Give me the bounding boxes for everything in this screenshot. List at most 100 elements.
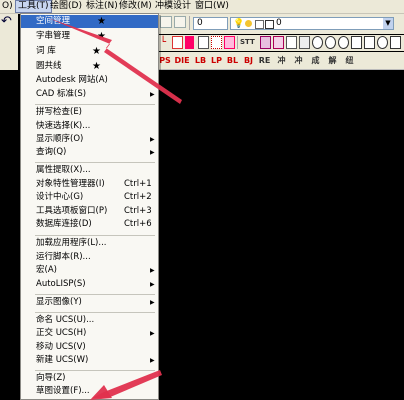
menu-item-label: 正交 UCS(H) (36, 328, 87, 338)
die-tool-button[interactable]: PS (159, 54, 171, 67)
menu-die-design[interactable]: 冲模设计 (153, 0, 193, 13)
menu-item-label: AutoLISP(S) (36, 279, 86, 289)
die-tool-button[interactable]: 成 (309, 54, 322, 67)
die-tool-button[interactable]: LB (194, 54, 207, 67)
menu-item-autolisp[interactable]: AutoLISP(S) ▶ (21, 278, 158, 291)
ordinate-dim-icon[interactable] (185, 36, 194, 49)
layer-states-icon[interactable] (174, 16, 186, 28)
layer-toolbar: 0 💡 0 ▼ (158, 14, 404, 34)
left-toolbar: ↶ (0, 14, 18, 70)
menu-item-move-ucs[interactable]: 移动 UCS(V) (21, 341, 158, 354)
menu-draw[interactable]: 绘图(D) (48, 0, 84, 13)
menu-item-drafting-settings[interactable]: 草图设置(F)... (21, 385, 158, 398)
die-tool-button[interactable]: BJ (242, 54, 255, 67)
menu-item-label: 空间管理 (36, 16, 71, 26)
die-tool-button[interactable]: LP (210, 54, 223, 67)
lock-icon (255, 20, 264, 29)
submenu-arrow-icon: ▶ (150, 267, 155, 274)
table-icon[interactable] (364, 36, 375, 49)
undo-icon[interactable]: ↶ (1, 14, 12, 29)
menu-item-label: 属性提取(X)... (36, 165, 91, 175)
menu-item-run-script[interactable]: 运行脚本(R)... (21, 251, 158, 264)
menu-item-thesaurus[interactable]: 词 库 (21, 45, 158, 58)
ring-icon[interactable] (338, 36, 349, 49)
toolbar-separator (189, 16, 190, 30)
menu-item-label: 词 库 (36, 46, 56, 56)
menu-dimension[interactable]: 标注(N) (84, 0, 120, 13)
menu-item-label: 宏(A) (36, 265, 57, 275)
menu-item-attribute-extract[interactable]: 属性提取(X)... (21, 164, 158, 177)
menu-item-spelling[interactable]: 拼写检查(E) (21, 106, 158, 119)
linear-dim-icon[interactable]: └ (160, 36, 171, 49)
die-tool-button[interactable]: DIE (173, 54, 191, 67)
star-icon: ★ (92, 61, 101, 72)
menu-separator (35, 104, 155, 105)
angular-dim-icon[interactable] (224, 36, 235, 49)
menu-tools[interactable]: 工具(T) (15, 0, 52, 13)
stt-button[interactable]: STT (240, 36, 256, 49)
star-icon: ★ (97, 31, 106, 42)
star-icon: ★ (92, 46, 101, 57)
baseline-dim-icon[interactable] (260, 36, 271, 49)
circle-icon[interactable] (325, 36, 336, 49)
center-mark-icon[interactable] (312, 36, 323, 49)
die-tool-button[interactable]: RE (258, 54, 271, 67)
die-tool-button[interactable]: 解 (326, 54, 339, 67)
menu-item-orthographic-ucs[interactable]: 正交 UCS(H) ▶ (21, 327, 158, 340)
menu-item-autodesk-website[interactable]: Autodesk 网站(A) (21, 74, 158, 87)
point-icon[interactable] (377, 36, 388, 49)
menu-item-named-ucs[interactable]: 命名 UCS(U)... (21, 314, 158, 327)
chevron-down-icon[interactable]: ▼ (383, 18, 393, 29)
menu-item-string-manage[interactable]: 字串管理 (21, 30, 158, 43)
menu-window[interactable]: 窗口(W) (193, 0, 231, 13)
menu-item-space-manage[interactable]: 空间管理 (21, 15, 158, 28)
tolerance-icon[interactable] (299, 36, 310, 49)
submenu-arrow-icon: ▶ (150, 91, 155, 98)
submenu-arrow-icon: ▶ (150, 149, 155, 156)
menu-item-tool-palettes[interactable]: 工具选项板窗口(P) Ctrl+3 (21, 205, 158, 218)
die-tool-button[interactable]: BL (226, 54, 239, 67)
menu-item-quick-select[interactable]: 快速选择(K)... (21, 120, 158, 133)
menu-item-draw-order[interactable]: 显示顺序(O) ▶ (21, 133, 158, 146)
menu-item-label: 字串管理 (36, 31, 71, 41)
menu-item-label: 向导(Z) (36, 373, 66, 383)
menu-item-inquiry[interactable]: 查询(Q) ▶ (21, 146, 158, 159)
menu-modify[interactable]: 修改(M) (117, 0, 154, 13)
menu-item-design-center[interactable]: 设计中心(G) Ctrl+2 (21, 191, 158, 204)
sun-icon (245, 20, 252, 27)
block-icon[interactable] (390, 36, 401, 49)
die-tool-button[interactable]: 冲 (275, 54, 288, 67)
menu-format-partial[interactable]: O) (0, 0, 15, 13)
menu-item-dbconnect[interactable]: 数据库连接(D) Ctrl+6 (21, 218, 158, 231)
grid-icon[interactable] (351, 36, 362, 49)
menu-item-label: 移动 UCS(V) (36, 342, 86, 352)
menu-item-display-image[interactable]: 显示图像(Y) ▶ (21, 296, 158, 309)
menu-bar: O) 工具(T) 绘图(D) 标注(N) 修改(M) 冲模设计 窗口(W) (0, 0, 404, 14)
continue-dim-icon[interactable] (273, 36, 284, 49)
die-tool-button[interactable]: 冲 (292, 54, 305, 67)
menu-item-cad-standards[interactable]: CAD 标准(S) ▶ (21, 88, 158, 101)
menu-item-collinear-circles[interactable]: 圆共线 (21, 60, 158, 73)
menu-item-wizards[interactable]: 向导(Z) (21, 372, 158, 385)
menu-item-label: 圆共线 (36, 61, 62, 71)
menu-item-label: 数据库连接(D) (36, 219, 92, 229)
menu-item-label: 拼写检查(E) (36, 107, 83, 117)
menu-item-load-application[interactable]: 加载应用程序(L)... (21, 237, 158, 250)
diameter-dim-icon[interactable] (211, 36, 222, 49)
star-icon: ★ (97, 16, 106, 27)
layer-prev-combo[interactable]: 0 (193, 17, 228, 30)
leader-icon[interactable] (286, 36, 297, 49)
die-tool-button[interactable]: 纽 (343, 54, 356, 67)
menu-item-new-ucs[interactable]: 新建 UCS(W) ▶ (21, 354, 158, 367)
menu-item-label: 查询(Q) (36, 147, 67, 157)
menu-item-label: 草图设置(F)... (36, 386, 90, 396)
submenu-arrow-icon: ▶ (150, 136, 155, 143)
menu-item-label: 设计中心(G) (36, 192, 84, 202)
aligned-dim-icon[interactable] (172, 36, 183, 49)
menu-item-macro[interactable]: 宏(A) ▶ (21, 264, 158, 277)
layer-combo[interactable]: 💡 0 ▼ (230, 17, 394, 30)
menu-item-properties[interactable]: 对象特性管理器(I) Ctrl+1 (21, 178, 158, 191)
layer-manager-icon[interactable] (160, 16, 172, 28)
menu-item-shortcut: Ctrl+1 (124, 179, 152, 189)
radius-dim-icon[interactable] (198, 36, 209, 49)
